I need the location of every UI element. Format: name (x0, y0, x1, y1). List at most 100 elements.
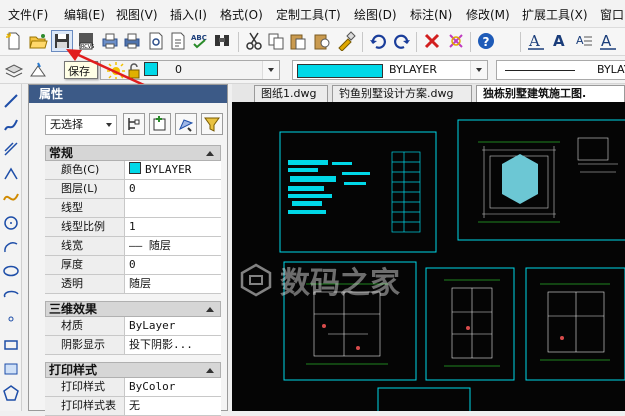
layer-state-icon[interactable] (28, 61, 48, 81)
spline-icon[interactable] (2, 188, 20, 206)
color-dropdown-arrow[interactable] (470, 61, 487, 79)
erase-icon[interactable] (446, 31, 466, 51)
text-icon[interactable]: A (550, 31, 570, 51)
property-key: 打印样式 (45, 378, 125, 396)
section-general[interactable]: 常规 (45, 145, 221, 161)
collapse-icon (206, 368, 214, 373)
tab-villa-construction[interactable]: 独栋别墅建筑施工图. (476, 85, 625, 102)
help-icon[interactable]: ? (476, 31, 496, 51)
property-value: 0 (129, 182, 136, 195)
property-row-linetype[interactable]: 线型 (45, 199, 221, 218)
property-row-plot-style-table[interactable]: 打印样式表 无 (45, 397, 221, 416)
property-value: ByColor (129, 380, 176, 393)
region-icon[interactable] (2, 360, 20, 378)
paste-special-icon[interactable] (312, 31, 332, 51)
cut-icon[interactable] (244, 31, 264, 51)
sheet-bottom (377, 387, 471, 411)
section-plot-style[interactable]: 打印样式 (45, 362, 221, 378)
property-row-lineweight[interactable]: 线宽 —— 随层 (45, 237, 221, 256)
paste-icon[interactable] (288, 31, 308, 51)
menu-edit[interactable]: 编辑(E) (64, 6, 105, 23)
polyline-icon[interactable] (2, 116, 20, 134)
delete-icon[interactable] (422, 31, 442, 51)
open-icon[interactable] (28, 31, 48, 51)
menu-extend-tools[interactable]: 扩展工具(X) (522, 6, 588, 23)
sheet-floor-plan-3 (525, 267, 625, 381)
menu-dimension[interactable]: 标注(N) (410, 6, 452, 23)
menu-modify[interactable]: 修改(M) (466, 6, 510, 23)
property-value: 投下阴影... (129, 338, 193, 351)
property-row-linetype-scale[interactable]: 线型比例 1 (45, 218, 221, 237)
property-key: 颜色(C) (45, 161, 125, 179)
sheet-notes-text (288, 160, 370, 214)
property-key: 厚度 (45, 256, 125, 274)
toolbar-separator (520, 32, 521, 52)
spell-check-icon[interactable]: ABC (190, 31, 210, 51)
property-row-material[interactable]: 材质 ByLayer (45, 317, 221, 336)
menu-draw[interactable]: 绘图(D) (354, 6, 397, 23)
property-row-color[interactable]: 颜色(C) BYLAYER (45, 161, 221, 180)
property-row-plot-style[interactable]: 打印样式 ByColor (45, 378, 221, 397)
svg-text:A: A (576, 34, 584, 47)
menu-custom-tools[interactable]: 定制工具(T) (276, 6, 341, 23)
sheet-notes-table (391, 151, 421, 233)
property-value: BYLAYER (125, 161, 225, 179)
property-row-layer[interactable]: 图层(L) 0 (45, 180, 221, 199)
property-value-text: BYLAYER (145, 163, 192, 176)
text-edit-icon[interactable]: A (598, 31, 618, 51)
layer-manager-icon[interactable] (4, 61, 24, 81)
select-objects-button[interactable] (149, 113, 171, 135)
line-icon[interactable] (2, 92, 20, 110)
menu-view[interactable]: 视图(V) (116, 6, 158, 23)
property-value: 0 (129, 258, 136, 271)
text-style-icon[interactable]: A (526, 31, 546, 51)
multiline-text-icon[interactable]: A (574, 31, 594, 51)
menu-format[interactable]: 格式(O) (220, 6, 263, 23)
new-icon[interactable] (4, 31, 24, 51)
copy-icon[interactable] (266, 31, 286, 51)
property-value: 1 (129, 220, 136, 233)
document-tabs: 图纸1.dwg 钓鱼别墅设计方案.dwg 独栋别墅建筑施工图. (232, 84, 625, 102)
filter-button[interactable] (201, 113, 223, 135)
watermark-text: 数码之家 (280, 266, 400, 301)
rectangle-icon[interactable] (2, 336, 20, 354)
menu-file[interactable]: 文件(F) (8, 6, 48, 23)
property-value: —— 随层 (129, 239, 171, 252)
color-combo[interactable]: BYLAYER (292, 60, 488, 80)
property-row-transparency[interactable]: 透明 随层 (45, 275, 221, 294)
polygon-icon[interactable] (2, 384, 20, 402)
redo-icon[interactable] (392, 31, 412, 51)
properties-title: 属性 (29, 85, 227, 103)
point-icon[interactable] (2, 310, 20, 328)
section-3d-effects[interactable]: 三维效果 (45, 301, 221, 317)
property-row-shadow[interactable]: 阴影显示 投下阴影... (45, 336, 221, 355)
property-row-thickness[interactable]: 厚度 0 (45, 256, 221, 275)
property-value: 无 (129, 399, 140, 412)
linetype-combo[interactable]: BYLAY (496, 60, 625, 80)
selection-value: 无选择 (50, 118, 83, 131)
property-key: 线宽 (45, 237, 125, 255)
tab-drawing-1[interactable]: 图纸1.dwg (254, 85, 328, 102)
menu-insert[interactable]: 插入(I) (170, 6, 207, 23)
layer-dropdown-arrow[interactable] (262, 61, 279, 79)
tab-villa-plan[interactable]: 钓鱼别墅设计方案.dwg (332, 85, 472, 102)
find-icon[interactable] (212, 31, 232, 51)
multiline-icon[interactable] (2, 140, 20, 158)
drawing-canvas[interactable] (232, 102, 625, 411)
circle-icon[interactable] (2, 214, 20, 232)
ellipse-arc-icon[interactable] (2, 286, 20, 304)
properties-panel: 属性 无选择 常规 颜色(C) BYLAYER 图层(L) 0 线型 线型比例 … (28, 84, 228, 416)
match-properties-icon[interactable] (336, 31, 356, 51)
svg-text:A: A (553, 32, 565, 50)
arc-icon[interactable] (2, 238, 20, 256)
selection-dropdown[interactable]: 无选择 (45, 115, 117, 135)
ellipse-icon[interactable] (2, 262, 20, 280)
quick-select-button[interactable] (175, 113, 197, 135)
menu-window[interactable]: 窗口 (600, 6, 624, 23)
undo-icon[interactable] (368, 31, 388, 51)
color-value: BYLAYER (389, 63, 438, 76)
section-3d-effects-label: 三维效果 (49, 302, 98, 316)
toggle-pickadd-button[interactable] (123, 113, 145, 135)
polygon-line-icon[interactable] (2, 164, 20, 182)
watermark: 数码之家 (238, 258, 418, 306)
